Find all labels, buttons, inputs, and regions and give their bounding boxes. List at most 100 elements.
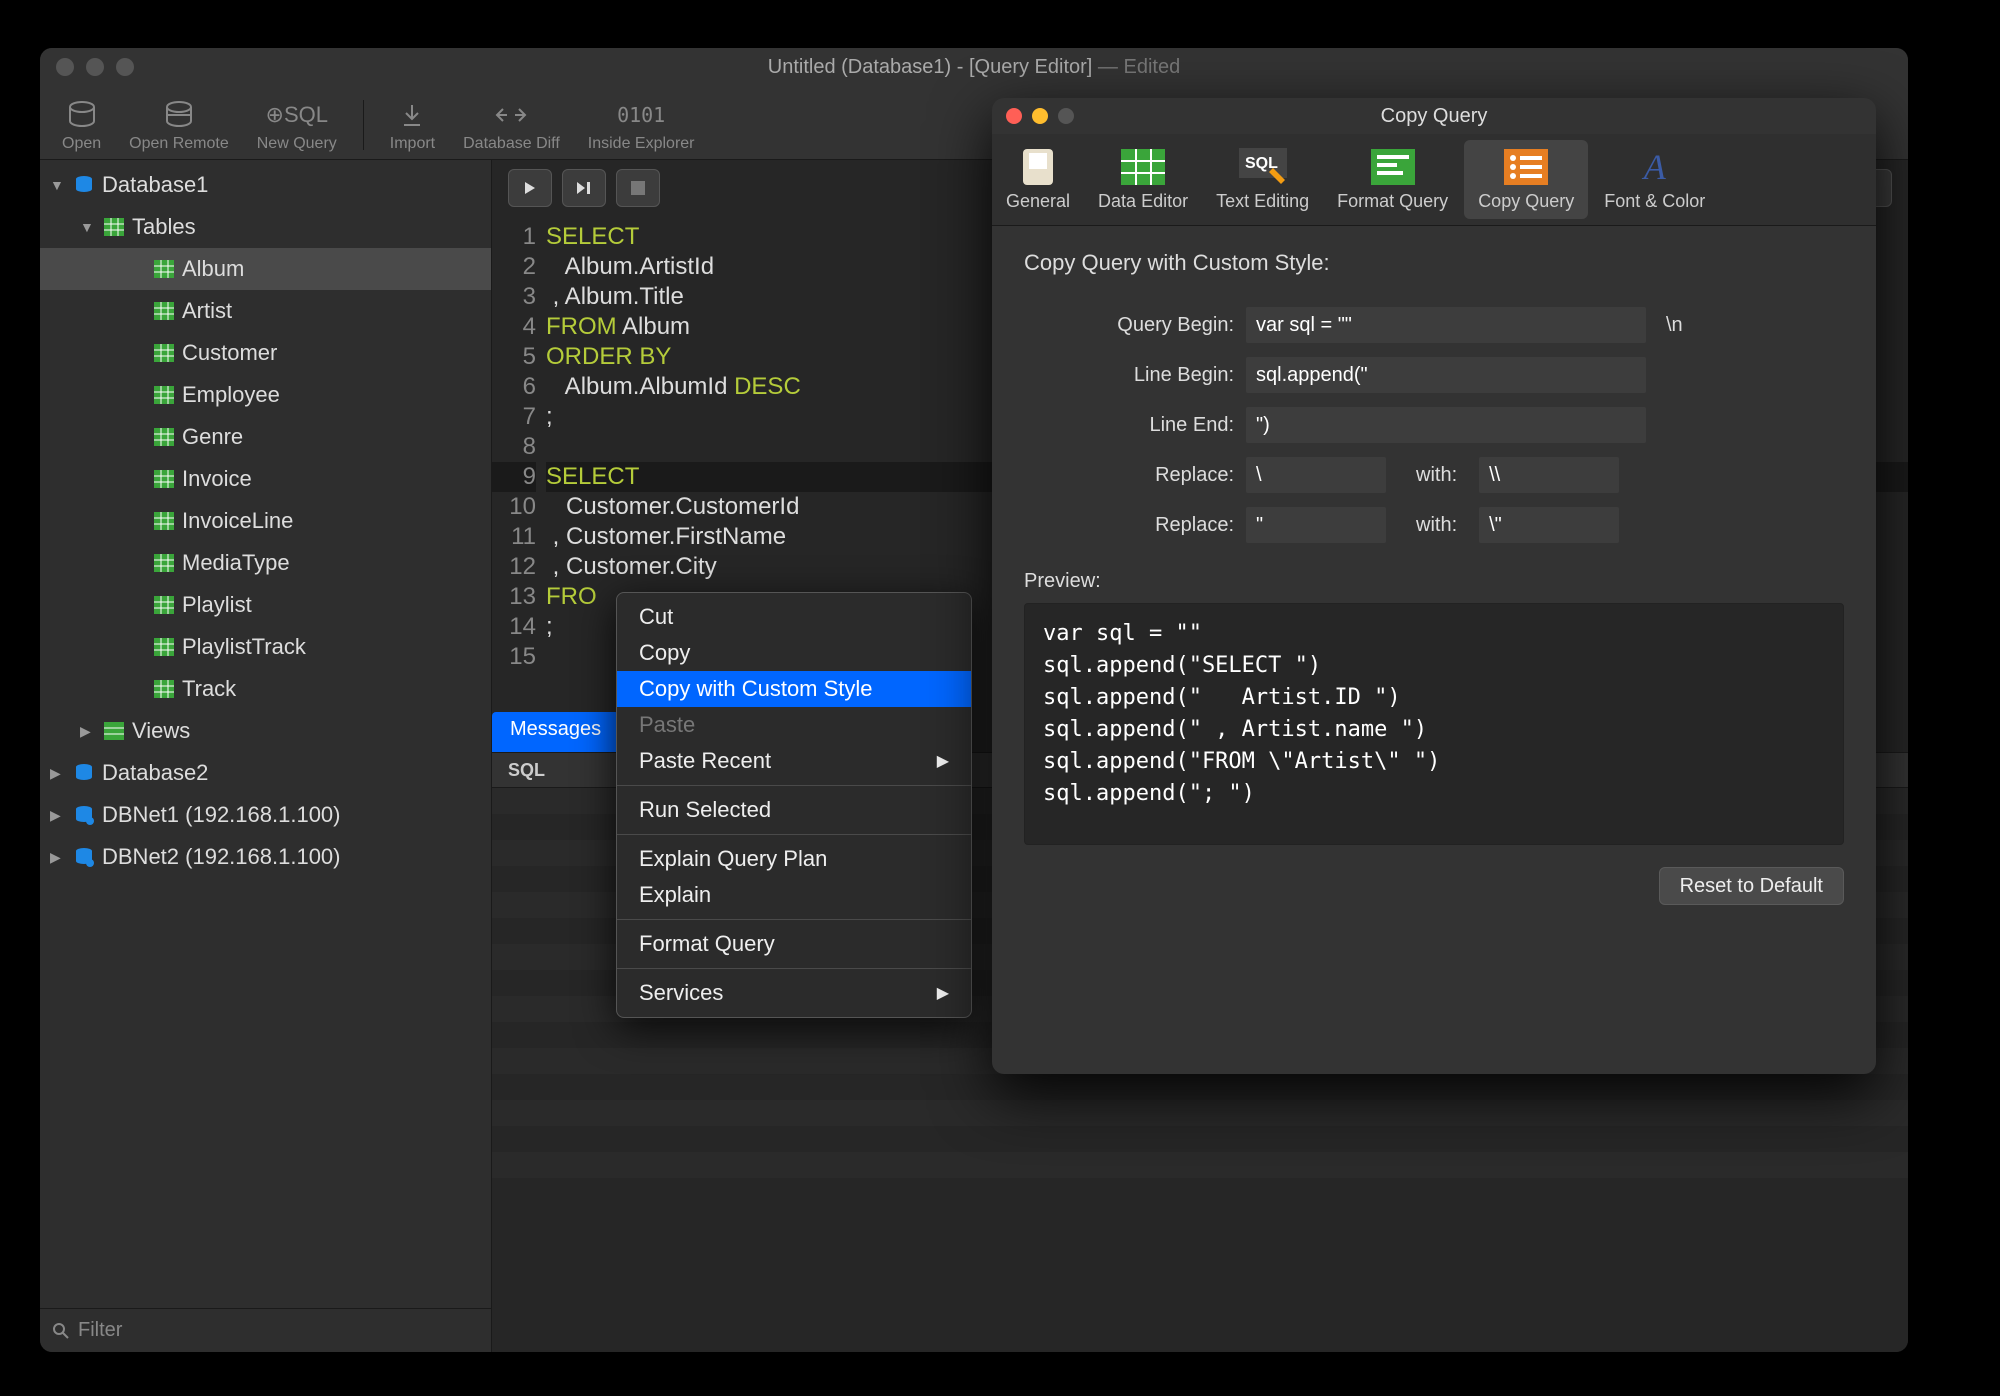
table-icon [152,383,176,407]
tree-table-item[interactable]: Playlist [40,584,491,626]
close-button[interactable] [56,58,74,76]
minimize-button[interactable] [86,58,104,76]
prefs-tab-general[interactable]: General [992,134,1084,225]
ctx-cut[interactable]: Cut [617,599,971,635]
tree-tables-folder[interactable]: ▼ Tables [40,206,491,248]
disclosure-triangle-icon[interactable]: ▶ [50,765,66,782]
line-gutter: 123456789101112131415 [492,222,546,672]
database-diff-button[interactable]: Database Diff [453,93,570,157]
tree-label: Artist [182,298,232,324]
tree-table-item[interactable]: InvoiceLine [40,500,491,542]
filter-input[interactable] [78,1319,479,1342]
messages-tab[interactable]: Messages [492,712,619,752]
prefs-tab-data-editor[interactable]: Data Editor [1084,134,1202,225]
disclosure-triangle-icon[interactable]: ▼ [50,177,66,193]
tree-label: Track [182,676,236,702]
prefs-title: Copy Query [992,105,1876,128]
database-icon [72,761,96,785]
disclosure-triangle-icon[interactable]: ▶ [50,849,66,866]
zoom-button[interactable] [116,58,134,76]
context-menu: Cut Copy Copy with Custom Style Paste Pa… [616,592,972,1018]
open-remote-button[interactable]: Open Remote [119,93,239,157]
table-icon [152,551,176,575]
menu-separator [617,968,971,969]
tree-label: Employee [182,382,280,408]
label-with-2: with: [1416,514,1457,537]
tree-table-item[interactable]: Album [40,248,491,290]
replace1-from-input[interactable] [1246,457,1386,493]
tree-db-database2[interactable]: ▶ Database2 [40,752,491,794]
new-query-button[interactable]: ⊕SQL New Query [247,93,347,157]
tree-views-folder[interactable]: ▶ Views [40,710,491,752]
sidebar: ▼ Database1 ▼ Tables Album Artist Customer… [40,160,492,1352]
chevron-right-icon: ▶ [937,983,949,1003]
disclosure-triangle-icon[interactable]: ▶ [50,807,66,824]
line-end-input[interactable] [1246,407,1646,443]
tree-table-item[interactable]: MediaType [40,542,491,584]
reset-to-default-button[interactable]: Reset to Default [1659,867,1844,905]
ctx-services[interactable]: Services▶ [617,975,971,1011]
tree-label: Views [132,718,190,744]
label-line-end: Line End: [1024,414,1234,437]
prefs-tab-text-editing[interactable]: SQL Text Editing [1202,134,1323,225]
tree-label: InvoiceLine [182,508,293,534]
database-remote-icon [72,845,96,869]
diff-icon [493,97,529,133]
menu-separator [617,834,971,835]
menu-separator [617,919,971,920]
tree-label: PlaylistTrack [182,634,306,660]
table-icon [152,425,176,449]
ctx-run-selected[interactable]: Run Selected [617,792,971,828]
tree-label: Playlist [182,592,252,618]
run-step-button[interactable] [562,169,606,207]
tree-label: Album [182,256,244,282]
prefs-titlebar: Copy Query [992,98,1876,134]
ctx-copy[interactable]: Copy [617,635,971,671]
ctx-explain[interactable]: Explain [617,877,971,913]
tree-table-item[interactable]: Invoice [40,458,491,500]
sql-icon: ⊕SQL [279,97,315,133]
tree-table-item[interactable]: Employee [40,374,491,416]
table-icon [152,257,176,281]
tree-label: Genre [182,424,243,450]
tree-table-item[interactable]: Track [40,668,491,710]
tree-table-item[interactable]: Artist [40,290,491,332]
inside-explorer-button[interactable]: 0101 Inside Explorer [578,93,705,157]
prefs-tab-font-color[interactable]: A Font & Color [1590,134,1719,225]
replace1-to-input[interactable] [1479,457,1619,493]
database-icon [64,97,100,133]
tree-table-item[interactable]: PlaylistTrack [40,626,491,668]
disclosure-triangle-icon[interactable]: ▼ [80,219,96,235]
run-button[interactable] [508,169,552,207]
line-begin-input[interactable] [1246,357,1646,393]
replace2-to-input[interactable] [1479,507,1619,543]
views-icon [102,719,126,743]
query-begin-input[interactable] [1246,307,1646,343]
tree-db-dbnet2[interactable]: ▶ DBNet2 (192.168.1.100) [40,836,491,878]
ctx-format-query[interactable]: Format Query [617,926,971,962]
stop-button[interactable] [616,169,660,207]
table-icon [152,593,176,617]
disclosure-triangle-icon[interactable]: ▶ [80,723,96,740]
tree-db-database1[interactable]: ▼ Database1 [40,164,491,206]
tree-db-dbnet1[interactable]: ▶ DBNet1 (192.168.1.100) [40,794,491,836]
ctx-copy-custom-style[interactable]: Copy with Custom Style [617,671,971,707]
database-icon [72,173,96,197]
prefs-tab-format-query[interactable]: Format Query [1323,134,1462,225]
tree-label: Tables [132,214,196,240]
tree-table-item[interactable]: Genre [40,416,491,458]
table-icon [152,299,176,323]
database-tree[interactable]: ▼ Database1 ▼ Tables Album Artist Customer… [40,160,491,1308]
font-icon: A [1631,147,1679,187]
tree-table-item[interactable]: Customer [40,332,491,374]
import-button[interactable]: Import [380,93,445,157]
table-icon [152,341,176,365]
ctx-paste-recent[interactable]: Paste Recent▶ [617,743,971,779]
prefs-tab-copy-query[interactable]: Copy Query [1464,140,1588,219]
database-remote-icon [161,97,197,133]
ctx-explain-query-plan[interactable]: Explain Query Plan [617,841,971,877]
replace2-from-input[interactable] [1246,507,1386,543]
tree-label: DBNet1 (192.168.1.100) [102,802,341,828]
open-button[interactable]: Open [52,93,111,157]
tree-label: Database2 [102,760,208,786]
